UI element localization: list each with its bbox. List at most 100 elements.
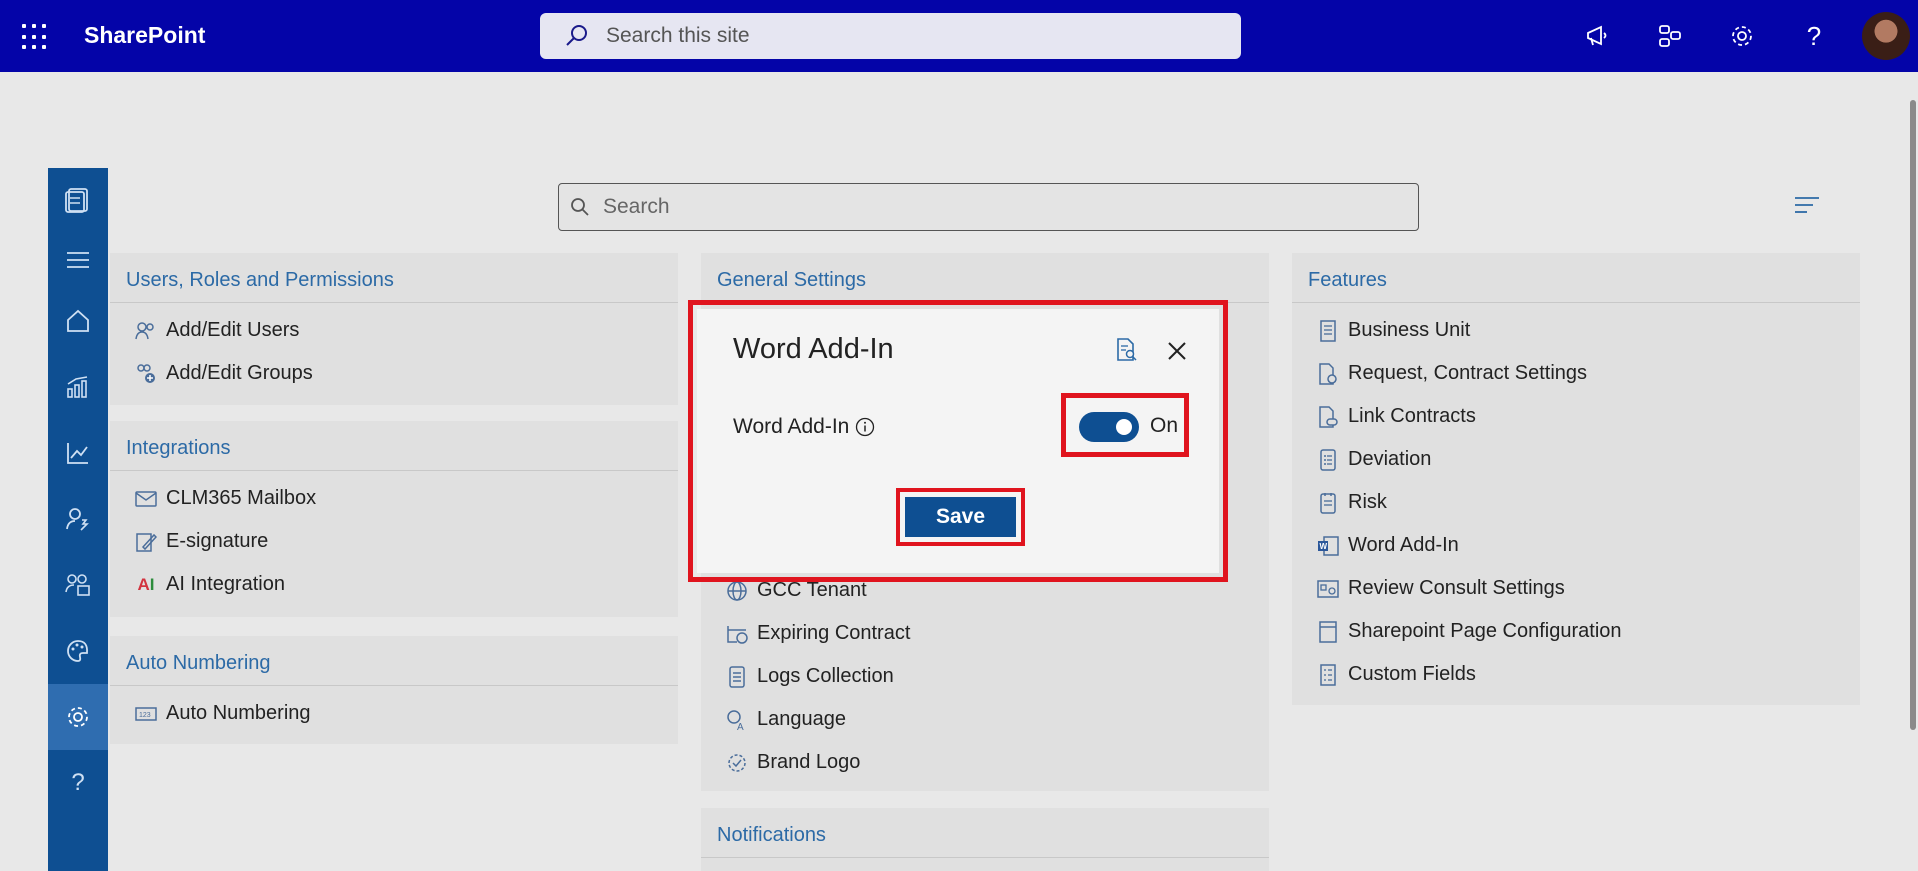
list-item[interactable]: A Language	[701, 698, 1269, 741]
gear-icon	[68, 707, 88, 727]
list-item-label: CLM365 Mailbox	[166, 487, 317, 509]
document-settings-icon	[1316, 362, 1340, 386]
analytics-icon[interactable]	[48, 354, 108, 420]
list-item-label: GCC Tenant	[757, 579, 867, 601]
list-item[interactable]: Add/Edit Users	[110, 309, 678, 352]
badge-icon	[725, 751, 749, 775]
user-settings-icon[interactable]	[48, 486, 108, 552]
list-item[interactable]: Expiring Contract	[701, 612, 1269, 655]
list-item[interactable]: 123 Auto Numbering	[110, 692, 678, 735]
save-highlight: Save	[896, 488, 1025, 546]
list-item[interactable]: Sharepoint Page Configuration	[1292, 610, 1860, 653]
custom-fields-icon	[1316, 663, 1340, 687]
card-title: Users, Roles and Permissions	[110, 253, 678, 303]
list-item-label: Business Unit	[1348, 319, 1471, 341]
list-item[interactable]: Review Consult Settings	[1292, 567, 1860, 610]
brand-title[interactable]: SharePoint	[84, 22, 205, 49]
dialog-title: Word Add-In	[733, 333, 894, 365]
add-group-icon	[134, 362, 158, 386]
card-title: General Settings	[701, 253, 1269, 303]
gear-icon[interactable]	[1706, 0, 1778, 72]
page-icon	[1316, 620, 1340, 644]
card-integrations: Integrations CLM365 Mailbox E-signature …	[110, 421, 678, 617]
close-icon[interactable]	[1163, 337, 1191, 365]
list-item-label: Brand Logo	[757, 751, 861, 773]
avatar[interactable]	[1862, 12, 1910, 60]
word-addin-dialog: Word Add-In Word Add-In On Save	[697, 309, 1219, 573]
list-item[interactable]: W Word Add-In	[1292, 524, 1860, 567]
list-item[interactable]: Risk	[1292, 481, 1860, 524]
scrollbar-thumb[interactable]	[1910, 100, 1916, 730]
card-auto-numbering: Auto Numbering 123 Auto Numbering	[110, 636, 678, 744]
app-launcher-icon[interactable]	[22, 24, 48, 50]
info-icon[interactable]	[855, 417, 875, 437]
list-item[interactable]: Add/Edit Groups	[110, 352, 678, 395]
signature-icon	[134, 530, 158, 554]
card-title: Notifications	[701, 808, 1269, 858]
list-item-label: Add/Edit Users	[166, 319, 300, 341]
svg-text:A: A	[737, 722, 744, 731]
help-icon[interactable]: ?	[1778, 0, 1850, 72]
trend-icon[interactable]	[48, 420, 108, 486]
list-item-label: Link Contracts	[1348, 405, 1476, 427]
list-item-label: E-signature	[166, 530, 269, 552]
site-search-input[interactable]: Search this site	[540, 13, 1241, 59]
card-users-roles: Users, Roles and Permissions Add/Edit Us…	[110, 253, 678, 405]
list-item[interactable]: Request, Contract Settings	[1292, 352, 1860, 395]
suite-header: SharePoint Search this site ?	[0, 0, 1918, 72]
help-icon[interactable]: ?	[48, 750, 108, 816]
users-icon	[134, 319, 158, 343]
review-icon	[1316, 577, 1340, 601]
calendar-clock-icon	[725, 622, 749, 646]
list-item-label: Risk	[1348, 491, 1387, 513]
list-item-label: Language	[757, 708, 846, 730]
list-item[interactable]: CLM365 Mailbox	[110, 477, 678, 520]
list-item[interactable]: Deviation	[1292, 438, 1860, 481]
list-item-label: Logs Collection	[757, 665, 894, 687]
risk-document-icon	[1316, 491, 1340, 515]
documents-icon[interactable]	[48, 168, 108, 232]
list-item-label: Sharepoint Page Configuration	[1348, 620, 1622, 642]
list-item[interactable]: Custom Fields	[1292, 653, 1860, 696]
list-item-label: AI Integration	[166, 573, 285, 595]
card-features: Features Business Unit Request, Contract…	[1292, 253, 1860, 705]
list-item[interactable]: Logs Collection	[701, 655, 1269, 698]
word-addin-toggle[interactable]	[1079, 412, 1139, 442]
document-search-icon[interactable]	[1115, 337, 1139, 363]
svg-text:123: 123	[139, 712, 151, 719]
list-item[interactable]: E-signature	[110, 520, 678, 563]
globe-icon	[725, 579, 749, 603]
list-item[interactable]: Link Contracts	[1292, 395, 1860, 438]
left-nav-rail: ?	[48, 168, 108, 871]
groups-icon[interactable]	[48, 552, 108, 618]
numbering-icon: 123	[134, 702, 158, 726]
settings-rail-item[interactable]	[48, 684, 108, 750]
home-icon[interactable]	[48, 288, 108, 354]
search-icon	[566, 25, 587, 46]
search-icon	[571, 198, 589, 216]
settings-search-input[interactable]: Search	[558, 183, 1419, 231]
site-search-placeholder: Search this site	[606, 24, 750, 47]
list-item[interactable]: Business Unit	[1292, 309, 1860, 352]
field-label: Word Add-In	[733, 415, 875, 439]
list-item-label: Custom Fields	[1348, 663, 1476, 685]
language-icon: A	[725, 708, 749, 732]
list-item-label: Request, Contract Settings	[1348, 362, 1588, 384]
list-item[interactable]: Brand Logo	[701, 741, 1269, 784]
megaphone-icon[interactable]	[1562, 0, 1634, 72]
field-label-text: Word Add-In	[733, 415, 850, 438]
filter-lines-icon[interactable]	[1794, 194, 1820, 218]
toggle-state-label: On	[1150, 414, 1179, 437]
mail-icon	[134, 487, 158, 511]
list-document-icon	[1316, 448, 1340, 472]
share-icon[interactable]	[1634, 0, 1706, 72]
card-notifications: Notifications	[701, 808, 1269, 871]
list-item[interactable]: AI AI Integration	[110, 563, 678, 606]
save-button[interactable]: Save	[905, 497, 1016, 537]
list-item-label: Auto Numbering	[166, 702, 311, 724]
card-title: Features	[1292, 253, 1860, 303]
palette-icon[interactable]	[48, 618, 108, 684]
card-title: Integrations	[110, 421, 678, 471]
menu-icon[interactable]	[48, 232, 108, 288]
list-item-label: Expiring Contract	[757, 622, 911, 644]
